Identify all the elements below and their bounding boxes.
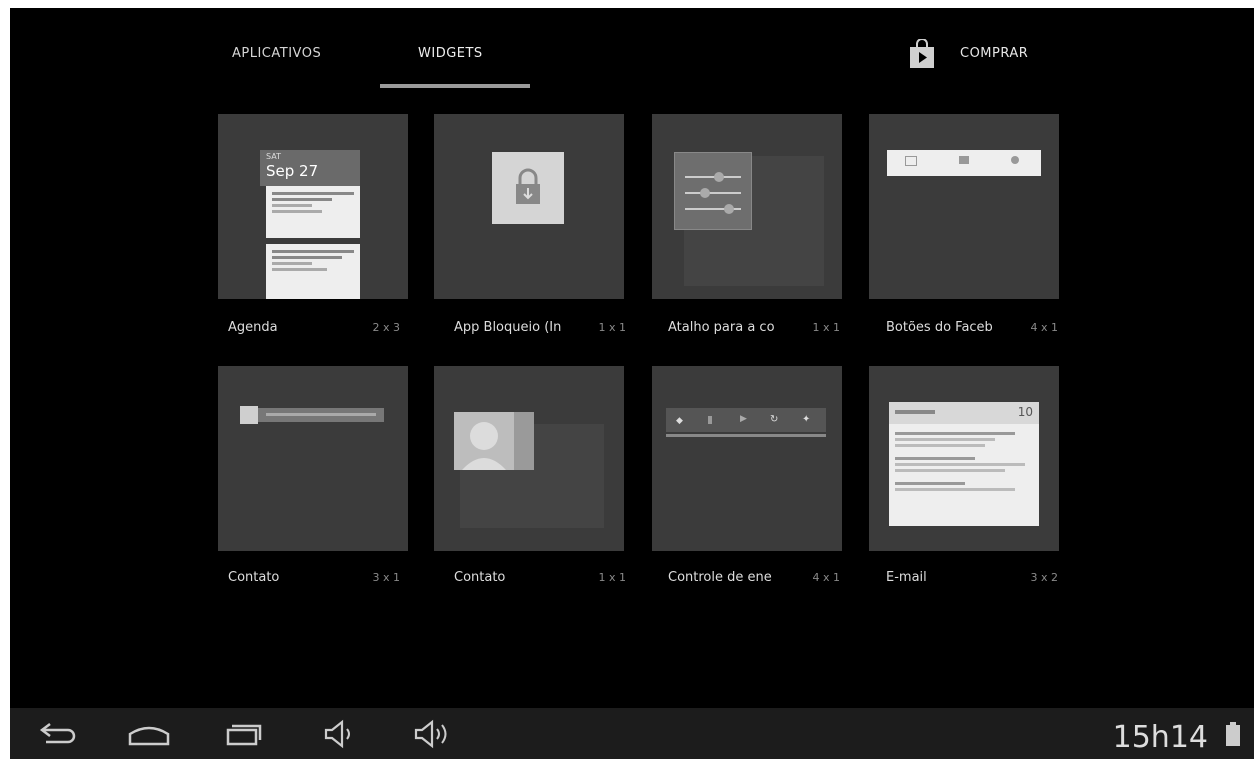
- home-icon[interactable]: [124, 718, 174, 750]
- settings-sliders-icon: [674, 152, 752, 230]
- widget-preview-contact[interactable]: [434, 366, 624, 551]
- tab-widgets[interactable]: WIDGETS: [418, 46, 483, 61]
- store-button[interactable]: COMPRAR: [960, 46, 1028, 61]
- widget-name: Botões do Faceb: [886, 320, 993, 335]
- widget-label-row: Botões do Faceb 4 x 1: [886, 320, 1076, 340]
- widget-name: E-mail: [886, 570, 927, 585]
- widget-size: 2 x 3: [372, 321, 401, 334]
- widget-size: 3 x 1: [372, 571, 401, 584]
- power-control-bar: ◆ ▶ ↻ ✦: [666, 408, 826, 432]
- widget-size: 4 x 1: [1030, 321, 1059, 334]
- widget-label-row: E-mail 3 x 2: [886, 570, 1076, 590]
- widget-preview-agenda[interactable]: SAT Sep 27: [218, 114, 408, 299]
- agenda-date: Sep 27: [266, 162, 319, 180]
- shopping-bag-icon[interactable]: [908, 38, 936, 69]
- widget-label-row: App Bloqueio (In 1 x 1: [454, 320, 644, 340]
- widget-name: Contato: [454, 570, 506, 585]
- widget-name: Contato: [228, 570, 280, 585]
- contact-avatar-icon: [454, 412, 534, 470]
- volume-up-icon[interactable]: [408, 718, 458, 750]
- tab-selected-indicator: [380, 84, 530, 88]
- launcher-screen: APLICATIVOS WIDGETS COMPRAR SAT Sep 27 A…: [10, 8, 1254, 759]
- email-count: 10: [1017, 405, 1033, 419]
- widget-preview-settings-shortcut[interactable]: [652, 114, 842, 299]
- widget-size: 1 x 1: [598, 321, 627, 334]
- widget-size: 1 x 1: [598, 571, 627, 584]
- agenda-day: SAT: [266, 152, 281, 161]
- contact-thumb-icon: [240, 406, 258, 424]
- widget-size: 3 x 2: [1030, 571, 1059, 584]
- agenda-event-1: [266, 186, 360, 238]
- back-icon[interactable]: [34, 718, 84, 750]
- status-clock: 15h14: [1112, 720, 1208, 755]
- lock-icon: [492, 152, 564, 224]
- widget-size: 4 x 1: [812, 571, 841, 584]
- widget-preview-app-lock[interactable]: [434, 114, 624, 299]
- widget-size: 1 x 1: [812, 321, 841, 334]
- widget-label-row: Contato 1 x 1: [454, 570, 644, 590]
- widget-preview-email[interactable]: 10: [869, 366, 1059, 551]
- widget-label-row: Controle de ene 4 x 1: [668, 570, 858, 590]
- tab-bar: APLICATIVOS WIDGETS COMPRAR: [10, 8, 1254, 90]
- widget-preview-power-control[interactable]: ◆ ▶ ↻ ✦: [652, 366, 842, 551]
- widget-name: Agenda: [228, 320, 278, 335]
- widget-preview-facebook-buttons[interactable]: [869, 114, 1059, 299]
- tab-apps[interactable]: APLICATIVOS: [232, 46, 321, 61]
- widget-preview-contact-direct[interactable]: [218, 366, 408, 551]
- recent-apps-icon[interactable]: [220, 718, 270, 750]
- widget-name: Controle de ene: [668, 570, 772, 585]
- volume-down-icon[interactable]: [316, 718, 366, 750]
- widget-label-row: Agenda 2 x 3: [228, 320, 418, 340]
- widget-label-row: Contato 3 x 1: [228, 570, 418, 590]
- widget-label-row: Atalho para a co 1 x 1: [668, 320, 858, 340]
- agenda-date-header: SAT Sep 27: [260, 150, 360, 186]
- system-navigation-bar: 15h14: [10, 708, 1254, 759]
- widget-name: Atalho para a co: [668, 320, 775, 335]
- agenda-event-2: [266, 244, 360, 299]
- widget-name: App Bloqueio (In: [454, 320, 562, 335]
- facebook-button-bar: [887, 150, 1041, 176]
- email-preview: 10: [889, 402, 1039, 526]
- battery-icon: [1226, 722, 1240, 746]
